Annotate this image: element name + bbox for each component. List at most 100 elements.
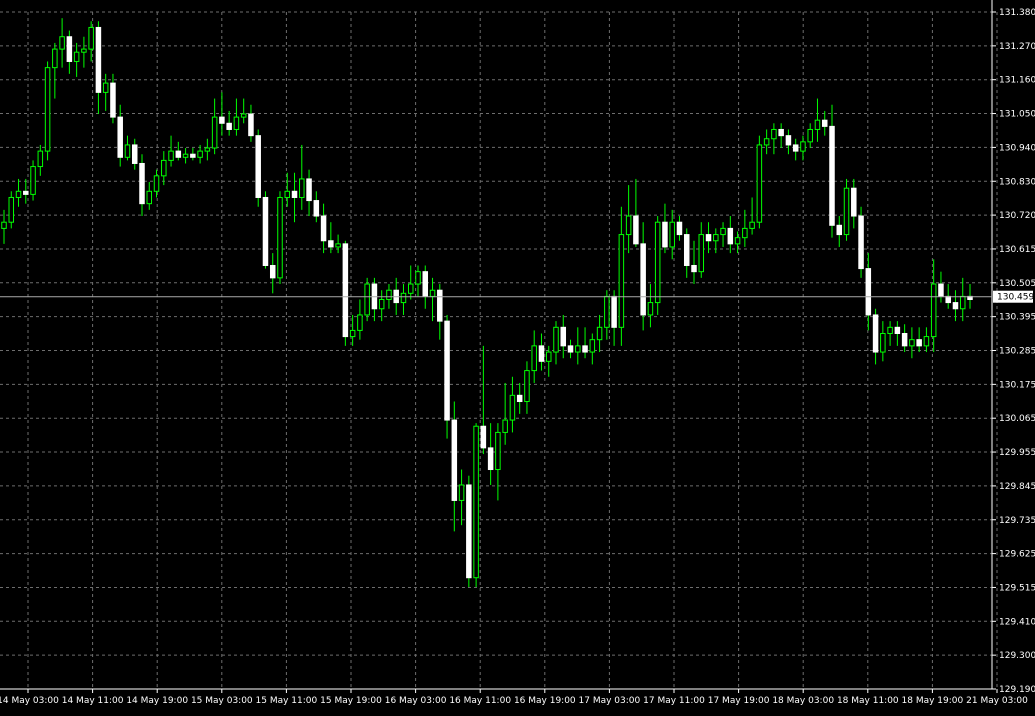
candle-body-down: [255, 135, 261, 198]
candle-body-down: [778, 128, 784, 137]
candle-body-down: [269, 264, 276, 279]
candle-body-up: [495, 431, 501, 471]
candle-body-down: [836, 224, 843, 236]
time-tick-label: 21 May 03:00: [966, 696, 1028, 706]
grid: [0, 11, 998, 690]
candle-body-up: [211, 116, 218, 149]
candle-body-down: [582, 345, 588, 353]
candle-body-up: [146, 190, 153, 205]
candle-body-up: [335, 243, 341, 248]
price-tick-label: 130.395: [999, 313, 1035, 323]
candle-body-up: [887, 326, 893, 334]
candle-body-down: [691, 264, 697, 273]
candle-body-down: [313, 200, 320, 217]
candle-body-up: [807, 128, 813, 143]
candle-body-up: [400, 292, 407, 304]
candle-body-down: [487, 447, 494, 471]
price-tick-label: 131.380: [999, 8, 1035, 18]
candle-body-down: [117, 116, 123, 158]
time-axis: 14 May 03:00 14 May 11:00 14 May 19:00 15 M…: [0, 689, 1028, 706]
candle-body-down: [66, 36, 73, 62]
candle-body-down: [291, 190, 298, 198]
candle-body-up: [415, 271, 421, 285]
candle-body-down: [676, 221, 683, 236]
candle-body-up: [59, 36, 65, 50]
time-tick-label: 17 May 03:00: [579, 696, 641, 706]
candle-body-up: [669, 221, 675, 248]
candle-body-up: [509, 394, 516, 421]
candle-body-up: [277, 196, 283, 279]
price-tick-label: 131.270: [999, 42, 1035, 52]
candle-body-up: [299, 178, 305, 198]
candle-body-up: [909, 339, 915, 347]
candle-body-down: [262, 196, 269, 266]
candle-body-up: [756, 144, 763, 223]
candle-body-up: [575, 345, 581, 353]
candle-body-down: [466, 484, 472, 579]
candle-body-up: [589, 339, 596, 353]
candle-body-up: [197, 150, 203, 158]
candle-body-up: [30, 166, 36, 195]
current-price-label: 130.459: [997, 293, 1034, 303]
candle-body-up: [698, 234, 705, 273]
time-tick-label: 15 May 11:00: [256, 696, 318, 706]
candle-body-up: [524, 370, 530, 403]
candle-body-down: [640, 243, 646, 316]
time-tick-label: 14 May 19:00: [126, 696, 188, 706]
candle-body-up: [1, 221, 7, 229]
price-tick-label: 130.940: [999, 143, 1035, 153]
candle-body-up: [81, 48, 87, 53]
candle-body-down: [916, 339, 922, 347]
candle-body-down: [451, 419, 458, 501]
candle-body-up: [930, 283, 937, 338]
candle-body-down: [567, 345, 574, 353]
candle-body-up: [742, 227, 748, 239]
candle-body-down: [829, 125, 835, 226]
candle-body-down: [190, 153, 196, 158]
candle-body-up: [168, 150, 174, 161]
time-tick-label: 15 May 19:00: [320, 696, 382, 706]
candle-body-up: [720, 227, 726, 236]
candle-body-down: [538, 345, 545, 362]
price-tick-label: 130.065: [999, 414, 1035, 424]
price-tick-label: 130.830: [999, 177, 1035, 187]
candle-body-down: [894, 326, 901, 334]
candle-body-up: [814, 119, 821, 130]
candle-body-up: [458, 484, 465, 501]
candle-body-up: [37, 150, 44, 168]
candle-body-up: [240, 113, 247, 118]
candle-body-down: [95, 26, 102, 93]
time-tick-label: 14 May 03:00: [0, 696, 59, 706]
candlestick-chart[interactable]: 131.380 131.270 131.160 131.050 130.940 130.8…: [0, 0, 1035, 712]
candle-body-down: [560, 326, 567, 347]
candle-body-down: [858, 215, 864, 270]
candle-body-down: [480, 425, 487, 449]
time-tick-label: 17 May 11:00: [643, 696, 705, 706]
candle-body-down: [952, 302, 959, 310]
price-tick-label: 129.955: [999, 448, 1035, 458]
candle-body-up: [618, 234, 625, 328]
candle-body-down: [248, 113, 254, 137]
axes: [0, 0, 993, 690]
candle-body-up: [161, 159, 167, 177]
candle-body-up: [749, 221, 755, 229]
candle-body-up: [407, 283, 414, 294]
candle-body-down: [683, 234, 690, 266]
candle-body-up: [378, 298, 385, 310]
candle-body-up: [284, 190, 291, 198]
candle-body-up: [102, 82, 109, 93]
time-tick-label: 17 May 19:00: [708, 696, 770, 706]
candle-body-down: [851, 187, 857, 217]
candle-body-down: [437, 289, 443, 322]
candle-body-down: [727, 227, 734, 245]
price-tick-label: 129.625: [999, 550, 1035, 560]
candle-body-down: [328, 240, 334, 248]
candle-body-up: [473, 425, 479, 579]
time-tick-label: 15 May 03:00: [191, 696, 253, 706]
candle-body-up: [44, 67, 51, 152]
chart-canvas[interactable]: 131.380 131.270 131.160 131.050 130.940 130.8…: [0, 0, 1035, 712]
price-tick-label: 129.300: [999, 651, 1035, 661]
candle-body-down: [342, 243, 349, 338]
time-tick-label: 16 May 19:00: [514, 696, 576, 706]
price-tick-label: 129.190: [999, 685, 1035, 695]
